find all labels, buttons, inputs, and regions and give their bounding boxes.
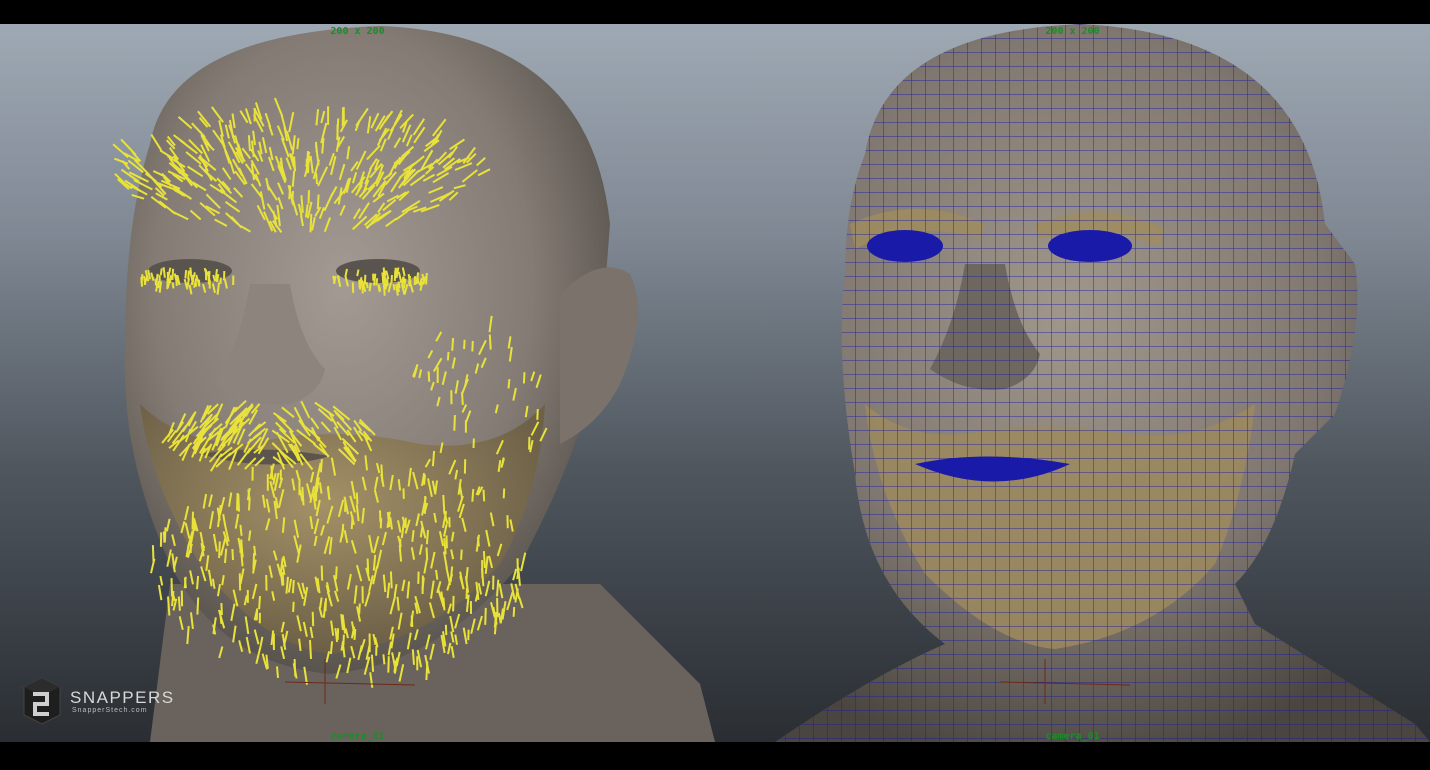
resolution-gate-label: 200 x 200: [1045, 26, 1100, 37]
bottom-letterbox: [0, 742, 1430, 770]
head-render-hair-guides: [112, 26, 715, 742]
top-letterbox: [0, 0, 1430, 24]
logo-site: SnapperStech.com: [72, 707, 148, 714]
camera-name-label: camera_01: [1045, 731, 1100, 742]
camera-name-label: camera_01: [330, 731, 385, 742]
logo-name: SNAPPERS: [70, 688, 175, 707]
head-render-wireframe: [775, 24, 1430, 742]
viewport-left-hair-guides[interactable]: 200 x 200 camera_01: [0, 24, 715, 742]
viewport-right-wireframe[interactable]: 200 x 200 camera_01: [715, 24, 1430, 742]
snappers-cube-icon: [23, 677, 61, 725]
snappers-logo: SNAPPERS SnapperStech.com: [22, 676, 182, 728]
resolution-gate-label: 200 x 200: [330, 26, 385, 37]
